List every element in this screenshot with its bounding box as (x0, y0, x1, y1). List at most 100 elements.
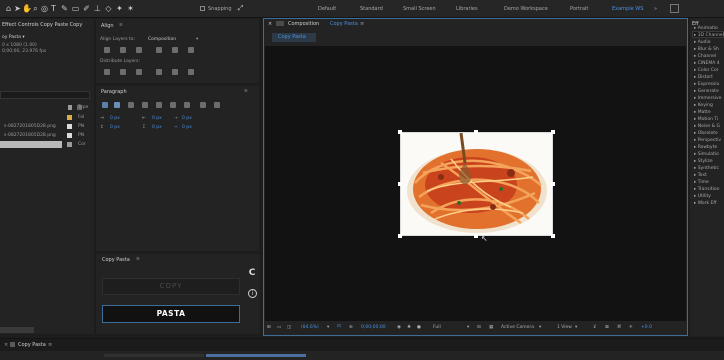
effect-category[interactable]: ▸ Channel (694, 54, 716, 59)
timeline-ruler[interactable] (104, 354, 204, 357)
project-row-selected[interactable] (0, 141, 62, 148)
pen-icon[interactable]: ✎ (60, 4, 69, 13)
zoom-icon[interactable]: ⌕ (31, 4, 40, 13)
handle-bottom-right[interactable] (551, 234, 555, 238)
align-panel-title[interactable]: Align (101, 23, 114, 29)
project-row[interactable]: Fol (0, 114, 94, 121)
justify-center-icon[interactable] (156, 102, 162, 108)
handle-bottom-center[interactable] (474, 234, 478, 238)
distribute-top-icon[interactable] (104, 69, 110, 75)
project-scrollbar[interactable] (0, 327, 34, 333)
panel-menu-icon[interactable]: ≡ (136, 257, 140, 262)
align-text-left-icon[interactable] (102, 102, 108, 108)
space-before-field[interactable]: 0 px (110, 125, 120, 130)
panel-menu-icon[interactable]: ≡ (119, 23, 123, 28)
chevron-down-icon[interactable]: ▾ (467, 325, 469, 330)
info-icon[interactable]: i (248, 289, 257, 298)
effect-category[interactable]: ▸ Matte (694, 110, 711, 115)
effect-category[interactable]: ▸ CINEMA 4 (694, 61, 720, 66)
comp-viewer[interactable]: ↖ (265, 46, 686, 321)
effect-category[interactable]: ▸ Simulatio (694, 152, 719, 157)
exposure-value[interactable]: +0.0 (641, 325, 652, 330)
home-icon[interactable]: ⌂ (4, 4, 13, 13)
effect-category[interactable]: ▸ Distort (694, 75, 713, 80)
handle-top-left[interactable] (398, 130, 402, 134)
justify-left-icon[interactable] (142, 102, 148, 108)
transparency-grid-icon[interactable]: ▦ (489, 325, 493, 330)
effect-category[interactable]: ▸ Time (694, 180, 709, 185)
effect-category[interactable]: ▸ 3D Channel (694, 33, 724, 38)
workspace-example[interactable]: Example WS (612, 6, 643, 12)
project-panel-title[interactable]: Effect Controls Copy Paste Copy (2, 22, 82, 28)
comp-sub-tab[interactable]: Copy Pasta (272, 33, 316, 42)
effect-category[interactable]: ▸ Expressio (694, 82, 719, 87)
indent-right-field[interactable]: 0 px (152, 116, 162, 121)
roto-icon[interactable]: ✦ (115, 4, 124, 13)
effect-category[interactable]: ▸ Blur & Sh (694, 47, 719, 52)
panel-menu-icon[interactable]: ≡ (48, 342, 52, 348)
align-text-right-icon[interactable] (128, 102, 134, 108)
close-icon[interactable]: × (4, 342, 8, 348)
search-help-icon[interactable] (670, 4, 679, 13)
effect-category[interactable]: ▸ Noise & G (694, 124, 720, 129)
comp-tab-label[interactable]: Composition (288, 21, 319, 27)
fast-previews-icon[interactable]: ⊻ (593, 325, 596, 330)
region-icon[interactable]: ⊟ (477, 325, 481, 330)
comp-tab-name[interactable]: Copy Pasta (330, 21, 358, 27)
effect-category[interactable]: ▸ Rowbyte (694, 145, 717, 150)
workspace-libraries[interactable]: Libraries (456, 6, 478, 12)
color-channel-icon[interactable]: ● (417, 325, 421, 330)
align-right-icon[interactable] (136, 47, 142, 53)
align-hcenter-icon[interactable] (120, 47, 126, 53)
arrow-icon[interactable]: ➤ (13, 4, 22, 13)
pasta-button[interactable]: PASTA (102, 305, 240, 323)
view-layout-select[interactable]: 1 View (557, 325, 572, 330)
effect-category[interactable]: ▸ Motion Ti (694, 117, 718, 122)
timeline-tab-label[interactable]: Copy Pasta (18, 342, 46, 348)
hand-icon[interactable]: ✋ (22, 4, 32, 13)
puppet-icon[interactable]: ✶ (126, 4, 135, 13)
workspace-demo[interactable]: Demo Workspace (504, 6, 548, 12)
handle-top-right[interactable] (551, 130, 555, 134)
chevron-down-icon[interactable]: ▾ (196, 37, 198, 42)
camera-select[interactable]: Active Camera (501, 325, 534, 330)
camera-icon[interactable]: ◎ (40, 4, 49, 13)
paragraph-panel-title[interactable]: Paragraph (101, 89, 127, 95)
timeline-icon[interactable]: ⊠ (605, 325, 609, 330)
project-item-name[interactable]: oy Pasta ▾ (2, 35, 25, 40)
align-bottom-icon[interactable] (188, 47, 194, 53)
snapping-checkbox[interactable] (200, 6, 205, 11)
effect-category[interactable]: ▸ Generate (694, 89, 719, 94)
snap-icon[interactable]: ⤢ (236, 4, 245, 13)
align-vcenter-icon[interactable] (172, 47, 178, 53)
effect-category[interactable]: ▸ Color Cor (694, 68, 719, 73)
space-misc-field[interactable]: 0 px (182, 125, 192, 130)
reset-exposure-icon[interactable]: ✳ (629, 325, 633, 330)
chevron-down-icon[interactable]: ▾ (539, 325, 541, 330)
monitor-icon[interactable]: ▭ (277, 325, 281, 330)
chevron-down-icon[interactable]: ▾ (327, 325, 329, 330)
distribute-bottom-icon[interactable] (136, 69, 142, 75)
camera-snapshot-icon[interactable]: ◉ (397, 325, 401, 330)
handle-top-center[interactable] (474, 130, 478, 134)
workspace-small-screen[interactable]: Small Screen (403, 6, 436, 12)
direction-ltr-icon[interactable] (200, 102, 206, 108)
project-search-input[interactable] (0, 91, 90, 99)
project-row[interactable]: Cor (62, 141, 94, 148)
fit-icon[interactable]: ⊡ (337, 324, 341, 329)
magnify-icon[interactable]: ⊞ (267, 325, 271, 330)
effect-category[interactable]: ▸ Utility (694, 194, 711, 199)
justify-all-icon[interactable] (184, 102, 190, 108)
handle-mid-left[interactable] (398, 182, 402, 186)
space-after-field[interactable]: 0 px (152, 125, 162, 130)
effect-category[interactable]: ▸ Synthetic (694, 166, 719, 171)
justify-right-icon[interactable] (170, 102, 176, 108)
handle-bottom-left[interactable] (398, 234, 402, 238)
effect-category[interactable]: ▸ Animatio (694, 26, 718, 31)
show-snapshot-icon[interactable]: ♣ (407, 325, 411, 330)
effect-category[interactable]: ▸ Obsolete (694, 131, 718, 136)
effect-category[interactable]: ▸ Perspectiv (694, 138, 721, 143)
eraser-icon[interactable]: ◇ (104, 4, 113, 13)
rect-icon[interactable]: ▭ (71, 4, 80, 13)
panel-menu-icon[interactable]: ≡ (244, 89, 248, 94)
